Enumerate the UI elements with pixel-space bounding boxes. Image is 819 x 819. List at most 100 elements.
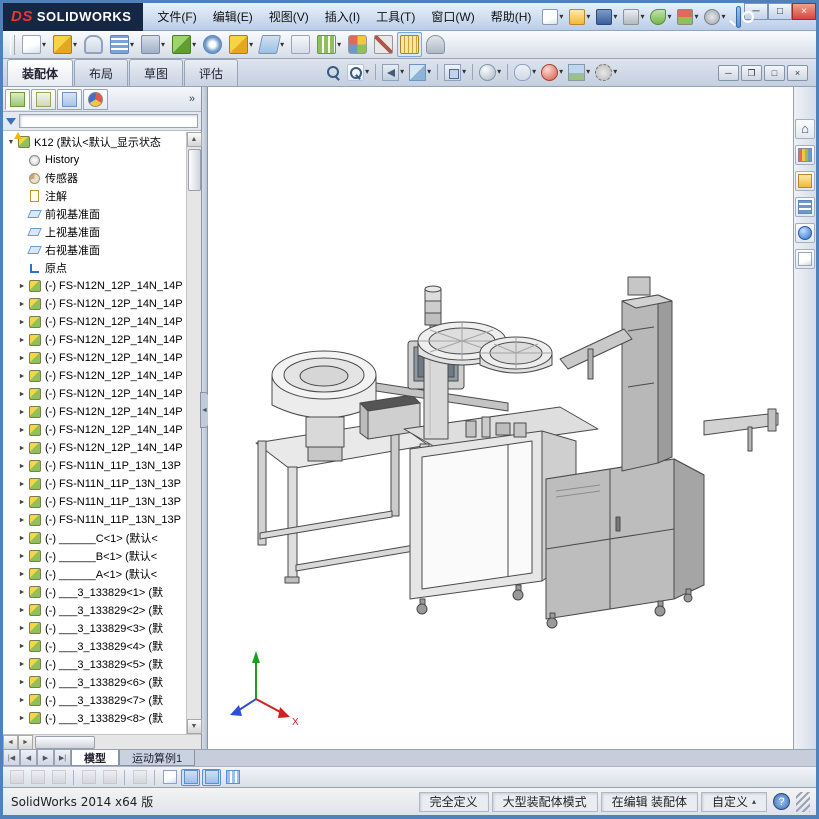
- menu-view[interactable]: 视图(V): [261, 4, 317, 29]
- scroll-right-button[interactable]: ►: [18, 734, 33, 750]
- quick-snaps-button[interactable]: [160, 769, 179, 786]
- linear-component-pattern-button[interactable]: ▾: [107, 32, 137, 57]
- tree-item[interactable]: ► (-) FS-N11N_11P_13N_13P: [5, 493, 186, 511]
- tree-item[interactable]: ► (-) FS-N12N_12P_14N_14P: [5, 277, 186, 295]
- view-grid-button[interactable]: [223, 769, 242, 786]
- scroll-down-button[interactable]: ▼: [186, 719, 202, 734]
- tree-item[interactable]: ► (-) FS-N12N_12P_14N_14P: [5, 295, 186, 313]
- doc-minimize-button[interactable]: ─: [718, 65, 739, 81]
- tree-item[interactable]: ► (-) ___3_133829<4> (默: [5, 637, 186, 655]
- menu-window[interactable]: 窗口(W): [423, 4, 482, 29]
- edit-appearance-button[interactable]: ▾: [539, 61, 565, 83]
- hide-show-items-button[interactable]: ▾: [512, 61, 538, 83]
- reference-geometry-button[interactable]: ▾: [257, 32, 287, 57]
- menu-help[interactable]: 帮助(H): [483, 4, 540, 29]
- tree-horizontal-scrollbar[interactable]: ◄ ►: [3, 734, 201, 750]
- edit-component-button[interactable]: ▾: [19, 32, 49, 57]
- menu-file[interactable]: 文件(F): [149, 4, 204, 29]
- tree-item[interactable]: ► (-) FS-N12N_12P_14N_14P: [5, 439, 186, 457]
- close-button[interactable]: ×: [792, 2, 816, 20]
- doctab-nav-button-2[interactable]: ▶: [37, 750, 54, 766]
- new-file-button[interactable]: ▾: [539, 6, 566, 28]
- view-orientation-button[interactable]: ▾: [442, 61, 468, 83]
- measure-button[interactable]: [397, 32, 423, 57]
- tree-item[interactable]: ► (-) ______A<1> (默认<: [5, 565, 186, 583]
- tree-item[interactable]: ► (-) ___3_133829<8> (默: [5, 709, 186, 727]
- toolbar-grip[interactable]: [10, 34, 15, 55]
- tree-item[interactable]: ► (-) ___3_133829<3> (默: [5, 619, 186, 637]
- scroll-thumb[interactable]: [187, 149, 201, 191]
- doctab-nav-button-3[interactable]: ▶|: [54, 750, 71, 766]
- tree-item[interactable]: 注解: [5, 187, 186, 205]
- tree-item[interactable]: 原点: [5, 259, 186, 277]
- tree-item[interactable]: 前视基准面: [5, 205, 186, 223]
- doctab-nav-button-0[interactable]: |◀: [3, 750, 20, 766]
- propertymanager-tab[interactable]: [31, 88, 56, 110]
- menu-edit[interactable]: 编辑(E): [205, 4, 261, 29]
- solidworks-resources-button[interactable]: ⌂: [795, 119, 815, 139]
- tab-evaluate[interactable]: 评估: [184, 59, 239, 86]
- tree-item[interactable]: ► (-) FS-N12N_12P_14N_14P: [5, 385, 186, 403]
- tree-item[interactable]: ► (-) ___3_133829<2> (默: [5, 601, 186, 619]
- tree-item[interactable]: ► (-) FS-N12N_12P_14N_14P: [5, 403, 186, 421]
- display-pane-button[interactable]: [202, 768, 221, 786]
- featuremanager-tree-tab[interactable]: [5, 88, 30, 110]
- mate-button[interactable]: [81, 32, 106, 57]
- custom-properties-button[interactable]: [795, 249, 815, 269]
- tree-item[interactable]: ► (-) FS-N12N_12P_14N_14P: [5, 349, 186, 367]
- tree-item[interactable]: ► (-) FS-N12N_12P_14N_14P: [5, 331, 186, 349]
- mass-properties-button[interactable]: [423, 32, 448, 57]
- scroll-left-button[interactable]: ◄: [3, 734, 18, 750]
- appearances-button[interactable]: [795, 223, 815, 243]
- tab-assembly[interactable]: 装配体: [7, 59, 74, 86]
- tree-filter-input[interactable]: [19, 114, 198, 128]
- tree-item[interactable]: History: [5, 151, 186, 169]
- tree-item[interactable]: ► (-) FS-N12N_12P_14N_14P: [5, 313, 186, 331]
- tree-item[interactable]: ► (-) ______B<1> (默认<: [5, 547, 186, 565]
- apply-scene-button[interactable]: ▾: [566, 61, 592, 83]
- tree-item[interactable]: ► (-) ___3_133829<5> (默: [5, 655, 186, 673]
- tab-motion-study-1[interactable]: 运动算例1: [119, 750, 196, 766]
- tree-root-item[interactable]: ▼ K12 (默认<默认_显示状态: [5, 131, 186, 151]
- new-motion-study-button[interactable]: [288, 32, 313, 57]
- tree-item[interactable]: ► (-) ______C<1> (默认<: [5, 529, 186, 547]
- insert-components-button[interactable]: ▾: [50, 32, 80, 57]
- tree-item[interactable]: 传感器: [5, 169, 186, 187]
- solidworks-search-button[interactable]: [735, 5, 752, 28]
- graphics-viewport[interactable]: X: [208, 87, 793, 749]
- bill-of-materials-button[interactable]: ▾: [314, 32, 344, 57]
- tree-item[interactable]: ► (-) FS-N11N_11P_13N_13P: [5, 457, 186, 475]
- doc-restore-button[interactable]: ❐: [741, 65, 762, 81]
- smart-fasteners-button[interactable]: ▾: [138, 32, 168, 57]
- status-custom-cell[interactable]: 自定义 ▴: [700, 791, 767, 812]
- assembly-features-button[interactable]: ▾: [226, 32, 256, 57]
- tree-item[interactable]: 右视基准面: [5, 241, 186, 259]
- open-button[interactable]: ▾: [566, 6, 593, 28]
- save-button[interactable]: ▾: [593, 6, 620, 28]
- menu-insert[interactable]: 插入(I): [317, 4, 368, 29]
- tree-item[interactable]: ► (-) FS-N12N_12P_14N_14P: [5, 421, 186, 439]
- show-hidden-components-button[interactable]: [200, 32, 225, 57]
- tree-item[interactable]: ► (-) FS-N12N_12P_14N_14P: [5, 367, 186, 385]
- design-library-button[interactable]: [795, 145, 815, 165]
- file-explorer-button[interactable]: [795, 171, 815, 191]
- view-palette-button[interactable]: [795, 197, 815, 217]
- maximize-button[interactable]: □: [768, 2, 792, 20]
- tree-vertical-scrollbar[interactable]: ▲ ▼: [186, 132, 202, 734]
- interference-detection-button[interactable]: [371, 32, 396, 57]
- status-help-icon[interactable]: ?: [773, 793, 790, 810]
- tab-model[interactable]: 模型: [71, 750, 119, 766]
- tree-item[interactable]: 上视基准面: [5, 223, 186, 241]
- tree-item[interactable]: ► (-) FS-N11N_11P_13N_13P: [5, 475, 186, 493]
- panel-overflow-chevron-icon[interactable]: »: [185, 93, 199, 105]
- previous-view-button[interactable]: ▾: [380, 61, 406, 83]
- tree-item[interactable]: ► (-) FS-N11N_11P_13N_13P: [5, 511, 186, 529]
- print-button[interactable]: ▾: [620, 6, 647, 28]
- filter-funnel-icon[interactable]: [6, 117, 16, 125]
- undo-button[interactable]: ▾: [647, 6, 674, 28]
- section-view-button[interactable]: ▾: [407, 61, 433, 83]
- view-settings-button[interactable]: ▾: [593, 61, 619, 83]
- zoom-to-fit-button[interactable]: [323, 61, 344, 83]
- configurationmanager-tab[interactable]: [57, 88, 82, 110]
- displaymanager-tab[interactable]: [83, 88, 108, 110]
